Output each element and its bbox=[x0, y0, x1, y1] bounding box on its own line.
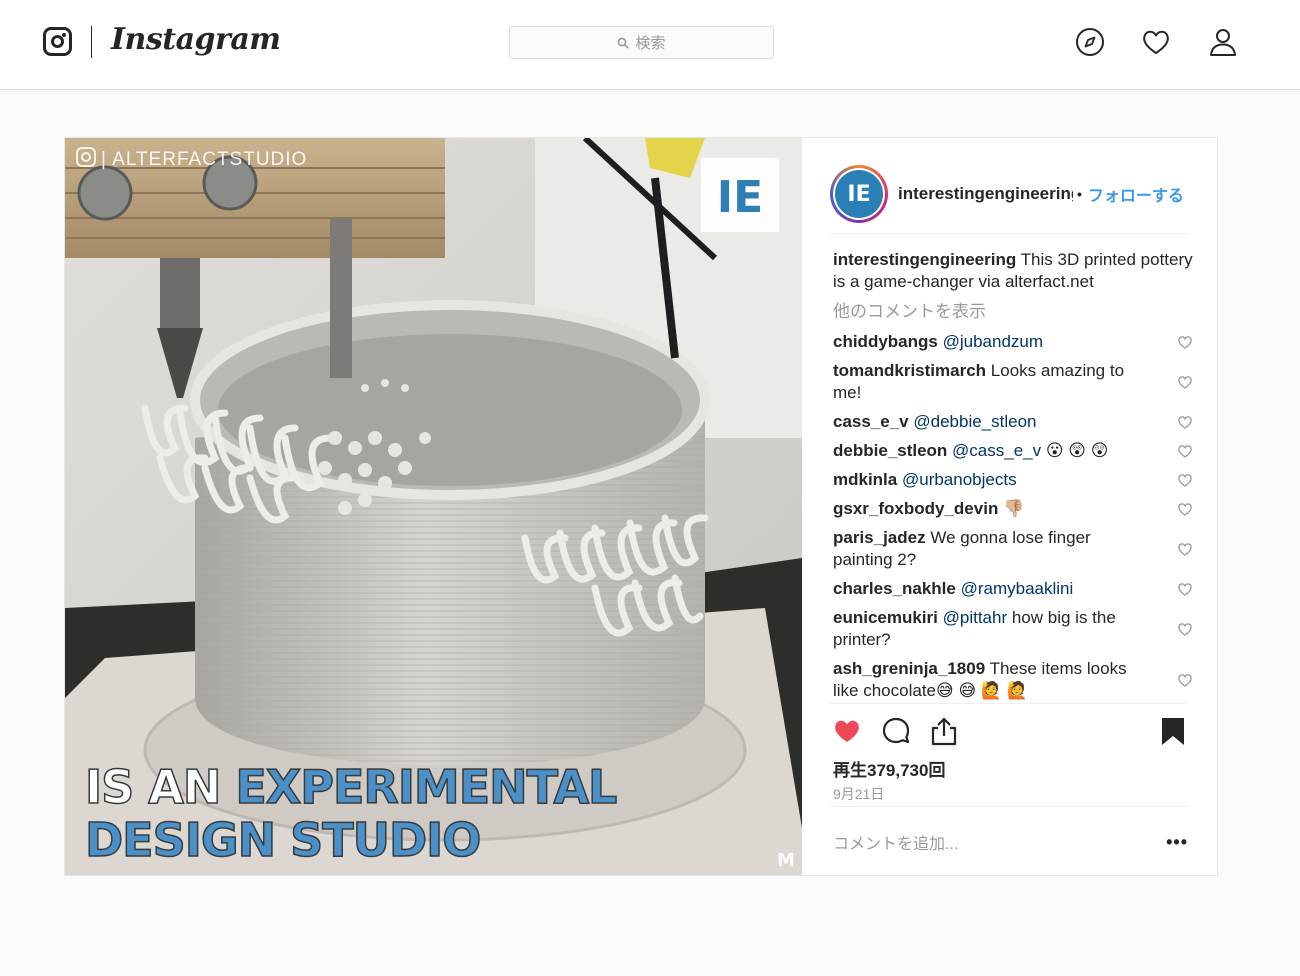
overlay-line1-white: IS AN bbox=[85, 760, 235, 814]
comment-like-heart-icon[interactable] bbox=[1177, 374, 1193, 390]
like-heart-icon[interactable] bbox=[832, 716, 862, 746]
comment-row: paris_jadez We gonna lose finger paintin… bbox=[833, 527, 1193, 571]
comment-row: mdkinla @urbanobjects bbox=[833, 469, 1193, 491]
comment-like-heart-icon[interactable] bbox=[1177, 501, 1193, 517]
comment-like-heart-icon[interactable] bbox=[1177, 414, 1193, 430]
post-date[interactable]: 9月21日 bbox=[833, 784, 884, 804]
comment-bubble-icon[interactable] bbox=[881, 716, 911, 746]
comment-like-heart-icon[interactable] bbox=[1177, 443, 1193, 459]
person-icon[interactable] bbox=[1207, 26, 1239, 58]
comment-like-heart-icon[interactable] bbox=[1177, 334, 1193, 350]
search-input[interactable]: 検索 bbox=[509, 26, 774, 59]
bookmark-icon[interactable] bbox=[1158, 716, 1188, 746]
add-comment-placeholder: コメントを追加... bbox=[833, 836, 959, 853]
add-comment-field[interactable]: コメントを追加... ••• bbox=[833, 828, 1188, 856]
caption-username[interactable]: interestingengineering bbox=[833, 250, 1016, 269]
comment-username[interactable]: paris_jadez bbox=[833, 528, 926, 547]
comment-like-heart-icon[interactable] bbox=[1177, 541, 1193, 557]
search-icon bbox=[618, 37, 630, 49]
overlay-line2: DESIGN STUDIO bbox=[85, 813, 480, 867]
view-count: 再生379,730回 bbox=[833, 761, 946, 780]
comment-like-heart-icon[interactable] bbox=[1177, 672, 1193, 688]
comment-row: ash_greninja_1809 These items looks like… bbox=[833, 658, 1193, 701]
post-header: IE interestingengineering • フォローする bbox=[830, 155, 1188, 234]
comment-username[interactable]: debbie_stleon bbox=[833, 441, 947, 460]
comment-row: cass_e_v @debbie_stleon bbox=[833, 411, 1193, 433]
heart-icon[interactable] bbox=[1140, 26, 1172, 58]
comment-username[interactable]: mdkinla bbox=[833, 470, 897, 489]
comment-row: gsxr_foxbody_devin 👎🏼 bbox=[833, 498, 1193, 520]
comment-username[interactable]: chiddybangs bbox=[833, 332, 938, 351]
corner-mark: M bbox=[777, 850, 795, 871]
overlay-line1-blue: EXPERIMENTAL bbox=[235, 760, 617, 814]
post-actions: 再生379,730回 9月21日 bbox=[830, 703, 1188, 807]
logo-divider bbox=[91, 26, 92, 58]
comment-username[interactable]: cass_e_v bbox=[833, 412, 909, 431]
separator-dot: • bbox=[1077, 186, 1082, 202]
comment-mention[interactable]: @pittahr bbox=[943, 608, 1008, 627]
comment-mention[interactable]: @cass_e_v bbox=[952, 441, 1041, 460]
share-icon[interactable] bbox=[929, 716, 959, 746]
compass-icon[interactable] bbox=[1074, 26, 1106, 58]
comment-row: chiddybangs @jubandzum bbox=[833, 331, 1193, 353]
comment-username[interactable]: charles_nakhle bbox=[833, 579, 956, 598]
load-more-comments-button[interactable]: 他のコメントを表示 bbox=[833, 301, 1193, 323]
follow-button[interactable]: フォローする bbox=[1088, 182, 1188, 206]
more-options-icon[interactable]: ••• bbox=[1166, 832, 1188, 853]
overlay-line1: IS AN EXPERIMENTAL bbox=[85, 760, 617, 814]
post-card: IE | ALTERFACTSTUDIO IS AN EXPERIMENTAL … bbox=[64, 137, 1218, 876]
comment-mention[interactable]: @ramybaaklini bbox=[961, 579, 1074, 598]
comments-list[interactable]: interestingengineering This 3D printed p… bbox=[833, 249, 1193, 701]
post-side-panel: IE interestingengineering • フォローする inter… bbox=[802, 138, 1217, 875]
avatar[interactable]: IE bbox=[830, 165, 888, 223]
comment-like-heart-icon[interactable] bbox=[1177, 581, 1193, 597]
comment-username[interactable]: gsxr_foxbody_devin bbox=[833, 499, 998, 518]
avatar-ring: IE bbox=[833, 168, 885, 220]
comment-username[interactable]: eunicemukiri bbox=[833, 608, 938, 627]
comment-username[interactable]: ash_greninja_1809 bbox=[833, 659, 985, 678]
post-author-username[interactable]: interestingengineering bbox=[898, 184, 1073, 204]
comment-username[interactable]: tomandkristimarch bbox=[833, 361, 986, 380]
comment-entries: chiddybangs @jubandzum tomandkristimarch … bbox=[833, 331, 1193, 701]
comment-like-heart-icon[interactable] bbox=[1177, 472, 1193, 488]
watermark-text: | ALTERFACTSTUDIO bbox=[101, 149, 307, 170]
comment-text: 😮 😲 😲 bbox=[1041, 441, 1109, 460]
avatar-logo: IE bbox=[835, 170, 883, 218]
top-nav-bar: Instagram 検索 bbox=[0, 0, 1300, 90]
comment-like-heart-icon[interactable] bbox=[1177, 621, 1193, 637]
comment-text: 👎🏼 bbox=[1003, 499, 1025, 518]
comment-row: tomandkristimarch Looks amazing to me! bbox=[833, 360, 1193, 404]
instagram-camera-icon[interactable] bbox=[43, 27, 72, 56]
search-placeholder: 検索 bbox=[635, 35, 666, 52]
post-video[interactable]: IE | ALTERFACTSTUDIO IS AN EXPERIMENTAL … bbox=[65, 138, 802, 875]
comment-row: eunicemukiri @pittahr how big is the pri… bbox=[833, 607, 1193, 651]
comment-row: charles_nakhle @ramybaaklini bbox=[833, 578, 1193, 600]
ie-badge: IE bbox=[717, 172, 763, 223]
instagram-wordmark[interactable]: Instagram bbox=[111, 22, 281, 57]
video-frame-illustration: IE | ALTERFACTSTUDIO IS AN EXPERIMENTAL … bbox=[65, 138, 802, 875]
comment-row: debbie_stleon @cass_e_v 😮 😲 😲 bbox=[833, 440, 1193, 462]
post-caption: interestingengineering This 3D printed p… bbox=[833, 249, 1193, 293]
comment-mention[interactable]: @jubandzum bbox=[943, 332, 1043, 351]
comment-mention[interactable]: @urbanobjects bbox=[902, 470, 1017, 489]
comment-mention[interactable]: @debbie_stleon bbox=[913, 412, 1036, 431]
